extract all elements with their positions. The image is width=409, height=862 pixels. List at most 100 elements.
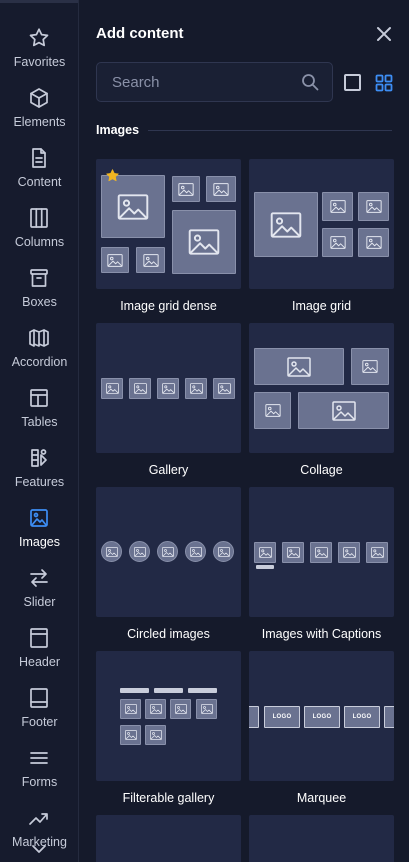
chevron-down-icon[interactable] [28, 840, 50, 858]
card-label: Filterable gallery [122, 791, 215, 805]
rail-item-label: Forms [21, 775, 58, 789]
image-placeholder-icon [101, 378, 123, 399]
image-placeholder-icon [254, 392, 291, 429]
logo-box: LOGO [304, 706, 340, 728]
add-content-panel: Add content Images Image grid dense [80, 0, 409, 862]
columns-icon [27, 206, 51, 230]
image-placeholder-icon [157, 378, 179, 399]
card-circled-images[interactable]: Circled images [96, 487, 241, 641]
card-label: Collage [300, 463, 343, 477]
footer-icon [27, 686, 51, 710]
card-thumbnail [249, 487, 394, 617]
logo-box: LOGO [264, 706, 300, 728]
image-placeholder-icon [310, 542, 332, 563]
image-placeholder-icon [129, 378, 151, 399]
list-icon [27, 746, 51, 770]
image-placeholder-icon [145, 699, 166, 719]
card-thumbnail [249, 815, 394, 862]
rail-item-label: Slider [23, 595, 56, 609]
arrows-swap-icon [27, 566, 51, 590]
rail-item-label: Tables [21, 415, 58, 429]
image-placeholder-icon [213, 378, 235, 399]
rail-item-images[interactable]: Images [0, 492, 78, 552]
card-thumbnail [249, 323, 394, 453]
rail-item-tables[interactable]: Tables [0, 372, 78, 432]
single-view-toggle[interactable] [344, 74, 361, 91]
card-image-grid[interactable]: Image grid [249, 159, 394, 313]
search-input[interactable] [97, 63, 297, 101]
rail-item-label: Favorites [13, 55, 66, 69]
image-placeholder-icon [282, 542, 304, 563]
rail-item-features[interactable]: Features [0, 432, 78, 492]
rail-item-label: Boxes [22, 295, 57, 309]
trend-up-icon [27, 806, 51, 830]
logo-box: LOGO [344, 706, 380, 728]
star-icon [27, 26, 51, 50]
image-placeholder-icon [129, 541, 150, 562]
image-placeholder-icon [101, 541, 122, 562]
image-placeholder-icon [101, 247, 129, 273]
filter-chip [120, 688, 149, 693]
image-placeholder-icon [322, 228, 353, 257]
rail-item-content[interactable]: Content [0, 132, 78, 192]
image-placeholder-icon [366, 542, 388, 563]
rail-item-forms[interactable]: Forms [0, 732, 78, 792]
accordion-icon [27, 326, 51, 350]
document-icon [27, 146, 51, 170]
rail-item-elements[interactable]: Elements [0, 72, 78, 132]
filter-chip [154, 688, 183, 693]
search-icon[interactable] [301, 73, 319, 91]
image-placeholder-icon [213, 541, 234, 562]
image-placeholder-icon [351, 348, 389, 385]
card-filterable-gallery[interactable]: Filterable gallery [96, 651, 241, 805]
image-placeholder-icon [196, 699, 217, 719]
card-thumbnail [96, 487, 241, 617]
archive-box-icon [27, 266, 51, 290]
card-label: Gallery [148, 463, 189, 477]
card-thumbnail [249, 159, 394, 289]
panel-title: Add content [96, 25, 184, 42]
card-label: Image grid dense [120, 299, 217, 313]
card-partial[interactable] [249, 815, 394, 862]
image-placeholder-icon [145, 725, 166, 745]
card-image-grid-dense[interactable]: Image grid dense [96, 159, 241, 313]
card-thumbnail [96, 159, 241, 289]
card-images-with-captions[interactable]: Images with Captions [249, 487, 394, 641]
card-label: Circled images [127, 627, 210, 641]
image-placeholder-icon [185, 541, 206, 562]
cube-icon [27, 86, 51, 110]
image-placeholder-icon [338, 542, 360, 563]
rail-item-label: Content [17, 175, 62, 189]
favorite-star-icon[interactable] [105, 168, 120, 183]
section-divider [148, 130, 392, 131]
rail-item-header[interactable]: Header [0, 612, 78, 672]
image-placeholder-icon [172, 210, 236, 274]
rail-item-accordion[interactable]: Accordion [0, 312, 78, 372]
close-icon[interactable] [376, 26, 392, 42]
rail-item-columns[interactable]: Columns [0, 192, 78, 252]
logo-box [249, 706, 259, 728]
rail-item-favorites[interactable]: Favorites [0, 12, 78, 72]
image-placeholder-icon [322, 192, 353, 221]
header-icon [27, 626, 51, 650]
rail-item-label: Images [19, 535, 60, 549]
rail-item-label: Header [19, 655, 60, 669]
card-gallery[interactable]: Gallery [96, 323, 241, 477]
image-placeholder-icon [185, 378, 207, 399]
category-rail: Favorites Elements Content Columns Boxes… [0, 0, 79, 862]
card-partial[interactable] [96, 815, 241, 862]
card-thumbnail [96, 815, 241, 862]
rail-top-divider [0, 0, 78, 3]
card-collage[interactable]: Collage [249, 323, 394, 477]
rail-item-slider[interactable]: Slider [0, 552, 78, 612]
image-placeholder-icon [358, 192, 389, 221]
grid-view-icon[interactable] [375, 74, 393, 92]
rail-item-footer[interactable]: Footer [0, 672, 78, 732]
image-placeholder-icon [101, 175, 165, 238]
rail-item-boxes[interactable]: Boxes [0, 252, 78, 312]
card-thumbnail [96, 651, 241, 781]
card-marquee[interactable]: LOGO LOGO LOGO Marquee [249, 651, 394, 805]
add-content-app: Favorites Elements Content Columns Boxes… [0, 0, 409, 862]
shapes-icon [27, 446, 51, 470]
image-placeholder-icon [120, 725, 141, 745]
